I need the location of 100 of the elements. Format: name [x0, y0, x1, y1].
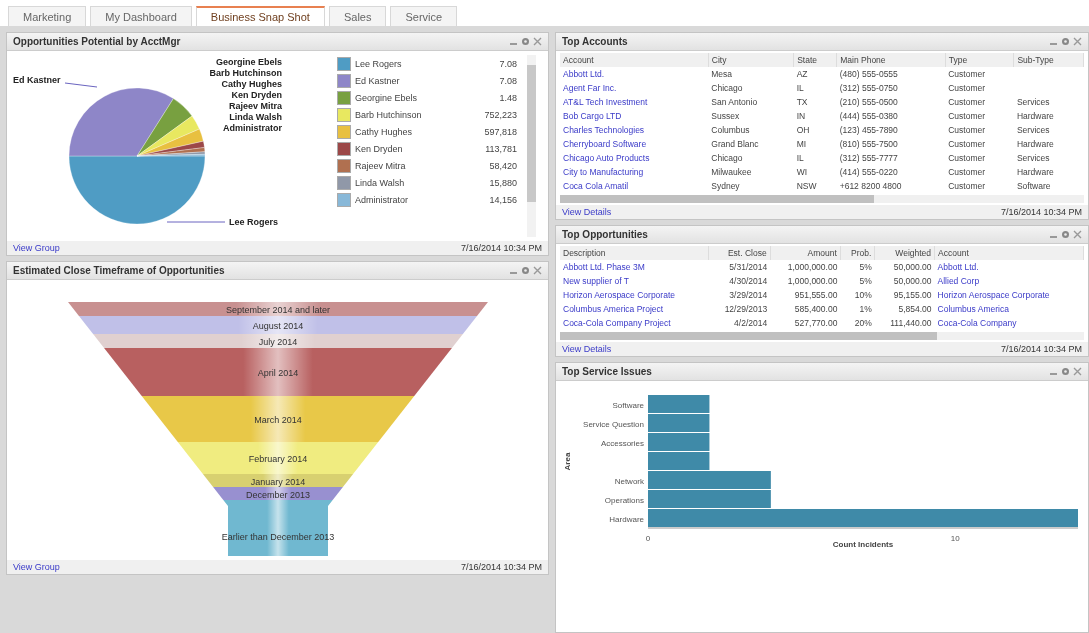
column-header[interactable]: Type: [945, 53, 1014, 67]
column-header[interactable]: State: [793, 53, 837, 67]
settings-icon[interactable]: [1061, 230, 1070, 239]
funnel-label: March 2014: [253, 415, 302, 425]
table-cell-text: 12/29/2013: [723, 303, 769, 316]
timestamp: 7/16/2014 10:34 PM: [1000, 344, 1082, 354]
funnel-label: August 2014: [252, 321, 303, 331]
table-cell-text: 1%: [858, 303, 873, 316]
account-link[interactable]: Bob Cargo LTD: [563, 111, 622, 121]
column-header[interactable]: Amount: [770, 246, 841, 260]
account-link[interactable]: City to Manufacturing: [563, 167, 644, 177]
column-header[interactable]: City: [708, 53, 794, 67]
settings-icon[interactable]: [521, 37, 530, 46]
category-label: Software: [612, 401, 644, 410]
table-cell-text: (312) 555-0750: [838, 82, 899, 95]
column-header[interactable]: Main Phone: [836, 53, 946, 67]
tab[interactable]: Business Snap Shot: [195, 6, 325, 26]
footer-link[interactable]: View Details: [562, 207, 612, 217]
column-header[interactable]: Account: [934, 246, 1084, 260]
column-header[interactable]: Prob.: [840, 246, 875, 260]
table-cell-text: San Antonio: [710, 96, 759, 109]
table-cell-text: Sussex: [710, 110, 741, 123]
table-cell-text: 951,555.00: [793, 289, 839, 302]
column-header[interactable]: Sub-Type: [1013, 53, 1084, 67]
panel-title: Top Accounts: [562, 36, 628, 47]
close-icon[interactable]: [1073, 230, 1082, 239]
account-link[interactable]: Coca Cola Amatil: [563, 181, 629, 191]
tick-label: 0: [645, 534, 651, 543]
table-cell-text: 10%: [853, 289, 873, 302]
column-header[interactable]: Est. Close: [708, 246, 771, 260]
close-icon[interactable]: [1073, 37, 1082, 46]
close-icon[interactable]: [533, 266, 542, 275]
pie-label: Cathy Hughes: [221, 79, 282, 89]
account-link[interactable]: Allied Corp: [937, 276, 980, 286]
footer-link[interactable]: View Group: [13, 243, 60, 253]
opportunity-link[interactable]: Columbus America Project: [563, 304, 664, 314]
table-cell-text: 585,400.00: [793, 303, 839, 316]
account-link[interactable]: Horizon Aerospace Corporate: [937, 290, 1050, 300]
table-cell-text: IL: [795, 82, 805, 95]
column-header[interactable]: Account: [560, 53, 709, 67]
pie-label: Ken Dryden: [231, 90, 282, 100]
table-cell-text: +612 8200 4800: [838, 180, 903, 193]
table-cell-text: IN: [795, 110, 807, 123]
account-link[interactable]: Cherryboard Software: [563, 139, 647, 149]
footer-link[interactable]: View Details: [562, 344, 612, 354]
table-cell-text: NSW: [795, 180, 818, 193]
column-header[interactable]: Weighted: [874, 246, 935, 260]
table-cell-text: Customer: [947, 166, 987, 179]
panel-title: Top Opportunities: [562, 229, 648, 240]
legend-name: Lee Rogers: [355, 59, 403, 69]
funnel-label: September 2014 and later: [225, 305, 330, 315]
funnel-label: February 2014: [248, 454, 307, 464]
category-label: Hardware: [609, 515, 644, 524]
table-cell-text: Milwaukee: [710, 166, 753, 179]
settings-icon[interactable]: [1061, 367, 1070, 376]
settings-icon[interactable]: [1061, 37, 1070, 46]
table-cell-text: 4/2/2014: [733, 317, 769, 330]
account-link[interactable]: Charles Technologies: [563, 125, 645, 135]
leader-line: [166, 221, 226, 223]
opportunity-link[interactable]: New supplier of T: [563, 276, 629, 286]
category-label: Operations: [604, 496, 644, 505]
legend-value: 113,781: [485, 144, 517, 154]
table-cell-text: Customer: [947, 152, 987, 165]
footer-link[interactable]: View Group: [13, 562, 60, 572]
pie-label: Ed Kastner: [13, 75, 61, 85]
legend-value: 15,880: [489, 178, 517, 188]
tab[interactable]: Service: [390, 6, 458, 26]
table-cell-text: Services: [1015, 152, 1051, 165]
close-icon[interactable]: [533, 37, 542, 46]
funnel-label: July 2014: [258, 337, 297, 347]
opportunity-link[interactable]: Coca-Cola Company Project: [563, 318, 671, 328]
account-link[interactable]: Abbott Ltd.: [563, 69, 605, 79]
opportunity-link[interactable]: Horizon Aerospace Corporate: [563, 290, 675, 300]
table-cell-text: 5%: [858, 275, 873, 288]
table-cell-text: (444) 555-0380: [838, 110, 899, 123]
table-cell: Customer: [945, 67, 1014, 81]
table-cell-text: 111,440.00: [889, 317, 933, 330]
close-icon[interactable]: [1073, 367, 1082, 376]
account-link[interactable]: Columbus America: [937, 304, 1009, 314]
account-link[interactable]: AT&L Tech Investment: [563, 97, 648, 107]
settings-icon[interactable]: [521, 266, 530, 275]
scrollbar[interactable]: [527, 55, 536, 237]
account-link[interactable]: Abbott Ltd.: [937, 262, 979, 272]
column-header[interactable]: Description: [560, 246, 709, 260]
account-link[interactable]: Coca-Cola Company: [937, 318, 1017, 328]
table-cell: 50,000.00: [874, 260, 935, 274]
scrollbar[interactable]: [560, 195, 1084, 203]
tab[interactable]: Sales: [328, 6, 387, 26]
timestamp: 7/16/2014 10:34 PM: [1000, 207, 1082, 217]
account-link[interactable]: Chicago Auto Products: [563, 153, 650, 163]
table-cell-text: 3/29/2014: [728, 289, 769, 302]
tab[interactable]: Marketing: [8, 6, 87, 26]
account-link[interactable]: Agent Far Inc.: [563, 83, 617, 93]
table-cell-text: (123) 455-7890: [838, 124, 899, 137]
opportunity-link[interactable]: Abbott Ltd. Phase 3M: [563, 262, 645, 272]
legend-value: 14,156: [489, 195, 517, 205]
table-cell-text: Customer: [947, 82, 987, 95]
tab[interactable]: My Dashboard: [90, 6, 192, 26]
scrollbar[interactable]: [560, 332, 1084, 340]
funnel-label: January 2014: [250, 476, 305, 487]
